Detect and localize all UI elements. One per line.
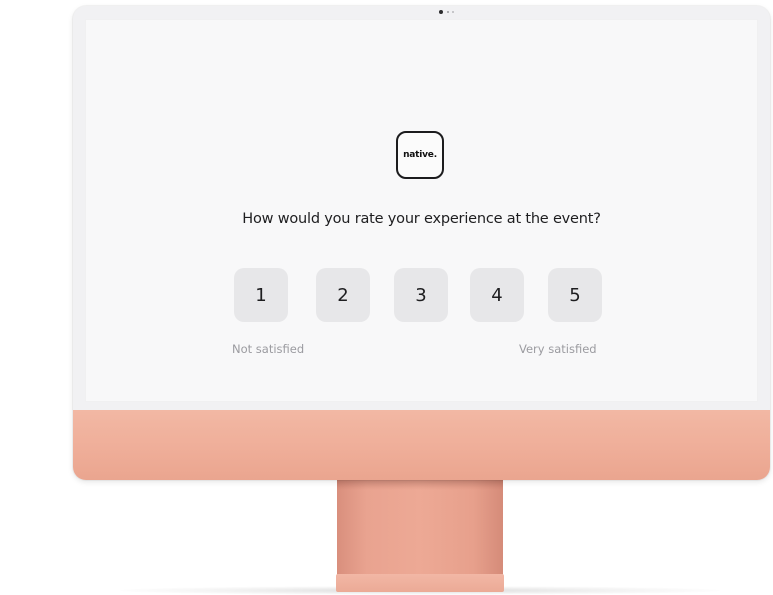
rating-button-4[interactable]: 4 [470,268,524,322]
stand-shade [337,480,503,490]
monitor-frame: native. How would you rate your experien… [73,6,770,480]
rating-button-3[interactable]: 3 [394,268,448,322]
camera-sensor-dot [447,11,449,13]
scale-min-label: Not satisfied [232,342,305,356]
camera-icon [436,9,458,15]
brand-logo-text: native. [403,150,437,160]
rating-button-5[interactable]: 5 [548,268,602,322]
monitor-stand [337,480,503,580]
rating-button-2[interactable]: 2 [316,268,370,322]
rating-scale: 1 2 3 4 5 [73,268,770,324]
brand-logo: native. [396,131,444,179]
camera-lens [439,10,443,14]
scale-max-label: Very satisfied [519,342,597,356]
rating-button-1[interactable]: 1 [234,268,288,322]
survey-question: How would you rate your experience at th… [242,211,601,227]
monitor-foot [336,574,504,592]
camera-sensor-dot [452,11,454,13]
monitor-chin [73,410,770,480]
